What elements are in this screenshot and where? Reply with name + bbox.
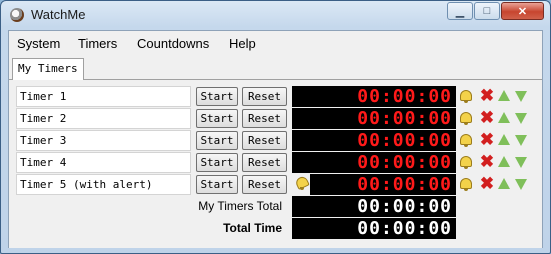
timer-display: 00:00:00 xyxy=(292,130,456,151)
move-down-icon[interactable] xyxy=(515,157,527,168)
menu-timers[interactable]: Timers xyxy=(78,36,117,51)
menu-system[interactable]: System xyxy=(17,36,60,51)
timers-panel: Timer 1 Start Reset 00:00:00 ✖ Timer 2 S… xyxy=(9,80,542,248)
title-bar[interactable]: WatchMe ▁ □ ✕ xyxy=(1,1,550,29)
total-time-display: 00:00:00 xyxy=(292,218,456,239)
my-timers-total-label: My Timers Total xyxy=(198,199,282,213)
delete-icon[interactable]: ✖ xyxy=(479,87,495,105)
menu-help[interactable]: Help xyxy=(229,36,256,51)
start-button[interactable]: Start xyxy=(196,153,238,172)
delete-icon[interactable]: ✖ xyxy=(479,175,495,193)
delete-icon[interactable]: ✖ xyxy=(479,153,495,171)
reset-button[interactable]: Reset xyxy=(242,175,287,194)
start-button[interactable]: Start xyxy=(196,109,238,128)
reset-button[interactable]: Reset xyxy=(242,109,287,128)
move-up-icon[interactable] xyxy=(498,134,510,145)
move-down-icon[interactable] xyxy=(515,91,527,102)
my-timers-total-row: My Timers Total 00:00:00 xyxy=(9,196,542,218)
timer-row: Timer 1 Start Reset 00:00:00 ✖ xyxy=(9,86,542,108)
tab-my-timers[interactable]: My Timers xyxy=(12,58,84,80)
move-down-icon[interactable] xyxy=(515,135,527,146)
move-up-icon[interactable] xyxy=(498,112,510,123)
timer-name-field[interactable]: Timer 3 xyxy=(16,130,191,151)
timer-name-field[interactable]: Timer 4 xyxy=(16,152,191,173)
reset-button[interactable]: Reset xyxy=(242,153,287,172)
total-time-row: Total Time 00:00:00 xyxy=(9,218,542,240)
move-up-icon[interactable] xyxy=(498,90,510,101)
timer-row: Timer 4 Start Reset 00:00:00 ✖ xyxy=(9,152,542,174)
delete-icon[interactable]: ✖ xyxy=(479,131,495,149)
start-button[interactable]: Start xyxy=(196,131,238,150)
client-area: System Timers Countdowns Help My Timers … xyxy=(8,30,543,248)
tab-strip: My Timers xyxy=(9,55,542,80)
timer-row: Timer 5 (with alert) Start Reset 00:00:0… xyxy=(9,174,542,196)
start-button[interactable]: Start xyxy=(196,87,238,106)
maximize-icon: □ xyxy=(483,5,491,17)
timer-display: 00:00:00 xyxy=(310,174,456,195)
move-down-icon[interactable] xyxy=(515,179,527,190)
bell-icon[interactable] xyxy=(459,155,473,169)
bell-icon[interactable] xyxy=(459,177,473,191)
timer-row: Timer 2 Start Reset 00:00:00 ✖ xyxy=(9,108,542,130)
bell-icon[interactable] xyxy=(459,111,473,125)
alert-bell-icon xyxy=(294,174,310,191)
start-button[interactable]: Start xyxy=(196,175,238,194)
timer-name-field[interactable]: Timer 5 (with alert) xyxy=(16,174,191,195)
my-timers-total-display: 00:00:00 xyxy=(292,196,456,217)
app-window: WatchMe ▁ □ ✕ System Timers Countdowns H… xyxy=(0,0,551,254)
menu-bar: System Timers Countdowns Help xyxy=(9,31,542,55)
close-button[interactable]: ✕ xyxy=(501,2,544,20)
timer-display: 00:00:00 xyxy=(292,152,456,173)
reset-button[interactable]: Reset xyxy=(242,87,287,106)
move-down-icon[interactable] xyxy=(515,113,527,124)
caption-buttons: ▁ □ ✕ xyxy=(446,2,544,20)
maximize-button[interactable]: □ xyxy=(474,2,500,20)
move-up-icon[interactable] xyxy=(498,156,510,167)
move-up-icon[interactable] xyxy=(498,178,510,189)
bell-icon[interactable] xyxy=(459,89,473,103)
timer-name-field[interactable]: Timer 2 xyxy=(16,108,191,129)
timer-name-field[interactable]: Timer 1 xyxy=(16,86,191,107)
minimize-button[interactable]: ▁ xyxy=(447,2,473,20)
delete-icon[interactable]: ✖ xyxy=(479,109,495,127)
app-icon xyxy=(10,8,24,22)
menu-countdowns[interactable]: Countdowns xyxy=(137,36,209,51)
reset-button[interactable]: Reset xyxy=(242,131,287,150)
bell-icon[interactable] xyxy=(459,133,473,147)
timer-row: Timer 3 Start Reset 00:00:00 ✖ xyxy=(9,130,542,152)
total-time-label: Total Time xyxy=(223,221,282,235)
window-title: WatchMe xyxy=(31,7,86,22)
timer-display: 00:00:00 xyxy=(292,86,456,107)
minimize-icon: ▁ xyxy=(455,5,465,18)
close-icon: ✕ xyxy=(517,5,528,18)
timer-display: 00:00:00 xyxy=(292,108,456,129)
